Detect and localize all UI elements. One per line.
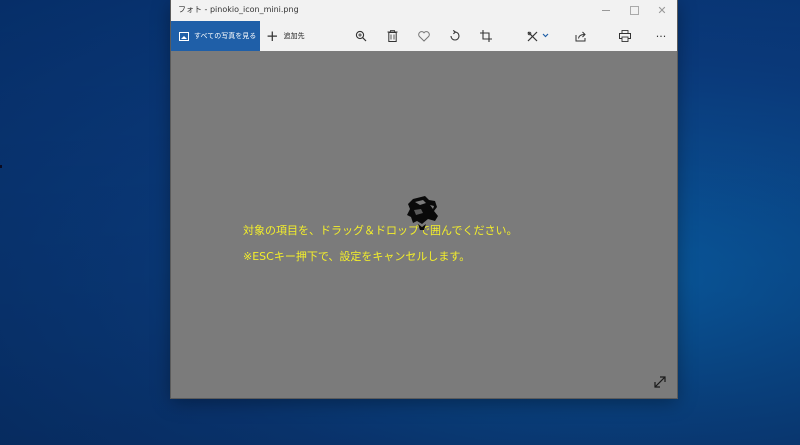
- delete-icon: [387, 30, 397, 42]
- photos-app-window: フォト - pinokio_icon_mini.png ✕ すべての写真を見る …: [171, 0, 677, 398]
- title-bar: フォト - pinokio_icon_mini.png ✕: [171, 0, 677, 21]
- share-button[interactable]: [573, 28, 589, 44]
- rotate-button[interactable]: [447, 28, 463, 44]
- zoom-icon: [355, 30, 367, 42]
- crop-icon: [480, 30, 492, 42]
- pinokio-cursor-icon: [407, 196, 438, 230]
- photo-icon: [179, 31, 189, 41]
- share-icon: [575, 31, 586, 41]
- edit-create-button[interactable]: [526, 28, 552, 44]
- close-icon: ✕: [657, 4, 667, 17]
- minimize-icon: [602, 10, 610, 11]
- crop-button[interactable]: [478, 28, 494, 44]
- favorite-button[interactable]: [416, 28, 432, 44]
- rotate-icon: [450, 30, 460, 41]
- favorite-icon: [418, 30, 430, 42]
- maximize-icon: [629, 6, 639, 15]
- zoom-button[interactable]: [353, 28, 369, 44]
- delete-button[interactable]: [384, 28, 400, 44]
- print-icon: [619, 30, 631, 42]
- window-title: フォト - pinokio_icon_mini.png: [178, 5, 299, 14]
- image-viewer[interactable]: 対象の項目を、ドラッグ＆ドロップで囲んでください。 ※ESCキー押下で、設定をキ…: [171, 51, 677, 398]
- edit-icon: [527, 31, 549, 42]
- more-options-button[interactable]: ···: [653, 28, 669, 44]
- close-button[interactable]: ✕: [647, 0, 677, 21]
- instruction-message: 対象の項目を、ドラッグ＆ドロップで囲んでください。: [243, 224, 518, 237]
- fullscreen-icon[interactable]: [653, 375, 667, 389]
- desktop-artifact: [0, 165, 2, 168]
- toolbar: すべての写真を見る + 追加先 ···: [171, 21, 677, 52]
- cancel-hint-message: ※ESCキー押下で、設定をキャンセルします。: [243, 250, 471, 263]
- see-all-photos-button[interactable]: すべての写真を見る: [171, 21, 260, 51]
- add-to-label: 追加先: [283, 32, 305, 40]
- see-all-photos-label: すべての写真を見る: [194, 32, 257, 40]
- add-to-button[interactable]: + 追加先: [266, 21, 305, 51]
- maximize-button[interactable]: [619, 0, 649, 21]
- more-icon: ···: [655, 29, 667, 43]
- minimize-button[interactable]: [591, 0, 621, 21]
- plus-icon: +: [266, 26, 279, 45]
- print-button[interactable]: [617, 28, 633, 44]
